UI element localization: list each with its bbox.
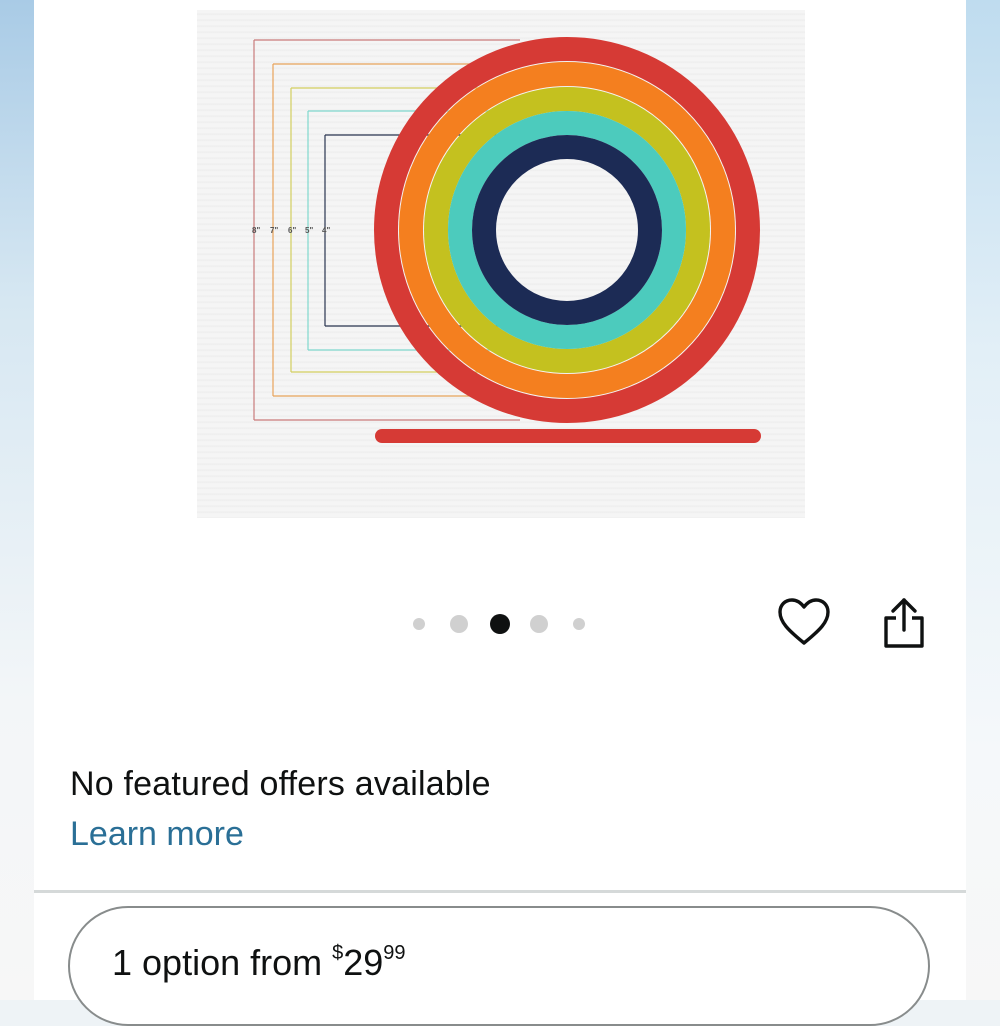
carousel-dot-1[interactable] — [413, 618, 425, 630]
carousel-dot-3-active[interactable] — [490, 614, 510, 634]
page-backdrop-left — [0, 0, 34, 1000]
price-whole: 29 — [343, 942, 384, 983]
options-button-text: 1 option from $2999 — [112, 942, 406, 984]
share-icon — [884, 598, 924, 648]
product-card: 8" 7" 6" 5" 4" No featured offers availa… — [34, 0, 966, 1026]
carousel-dot-4[interactable] — [530, 615, 548, 633]
price-currency-symbol: $ — [332, 942, 344, 964]
share-button[interactable] — [880, 596, 928, 652]
options-button[interactable]: 1 option from $2999 — [68, 906, 930, 1026]
size-label-6in: 6" — [288, 226, 296, 235]
wishlist-button[interactable] — [776, 596, 832, 650]
product-image[interactable]: 8" 7" 6" 5" 4" — [197, 10, 805, 518]
size-label-7in: 7" — [270, 226, 278, 235]
no-offers-message: No featured offers available — [70, 765, 491, 803]
options-label: 1 option from — [112, 942, 323, 983]
learn-more-link[interactable]: Learn more — [70, 815, 244, 854]
heart-outline-icon — [778, 598, 830, 645]
size-labels: 8" 7" 6" 5" 4" — [252, 226, 330, 235]
ring-side-view — [375, 429, 761, 443]
page-backdrop-right — [966, 0, 1000, 1000]
size-label-8in: 8" — [252, 226, 260, 235]
price-fraction: 99 — [383, 942, 406, 964]
trivet-rings-image: 8" 7" 6" 5" 4" — [252, 37, 761, 443]
size-label-4in: 4" — [322, 226, 330, 235]
ring-4in — [472, 135, 662, 325]
rings — [374, 37, 760, 423]
size-label-5in: 5" — [305, 226, 313, 235]
carousel-dots[interactable] — [409, 610, 609, 636]
section-divider — [34, 890, 966, 893]
carousel-dot-2[interactable] — [450, 615, 468, 633]
carousel-dot-5[interactable] — [573, 618, 585, 630]
